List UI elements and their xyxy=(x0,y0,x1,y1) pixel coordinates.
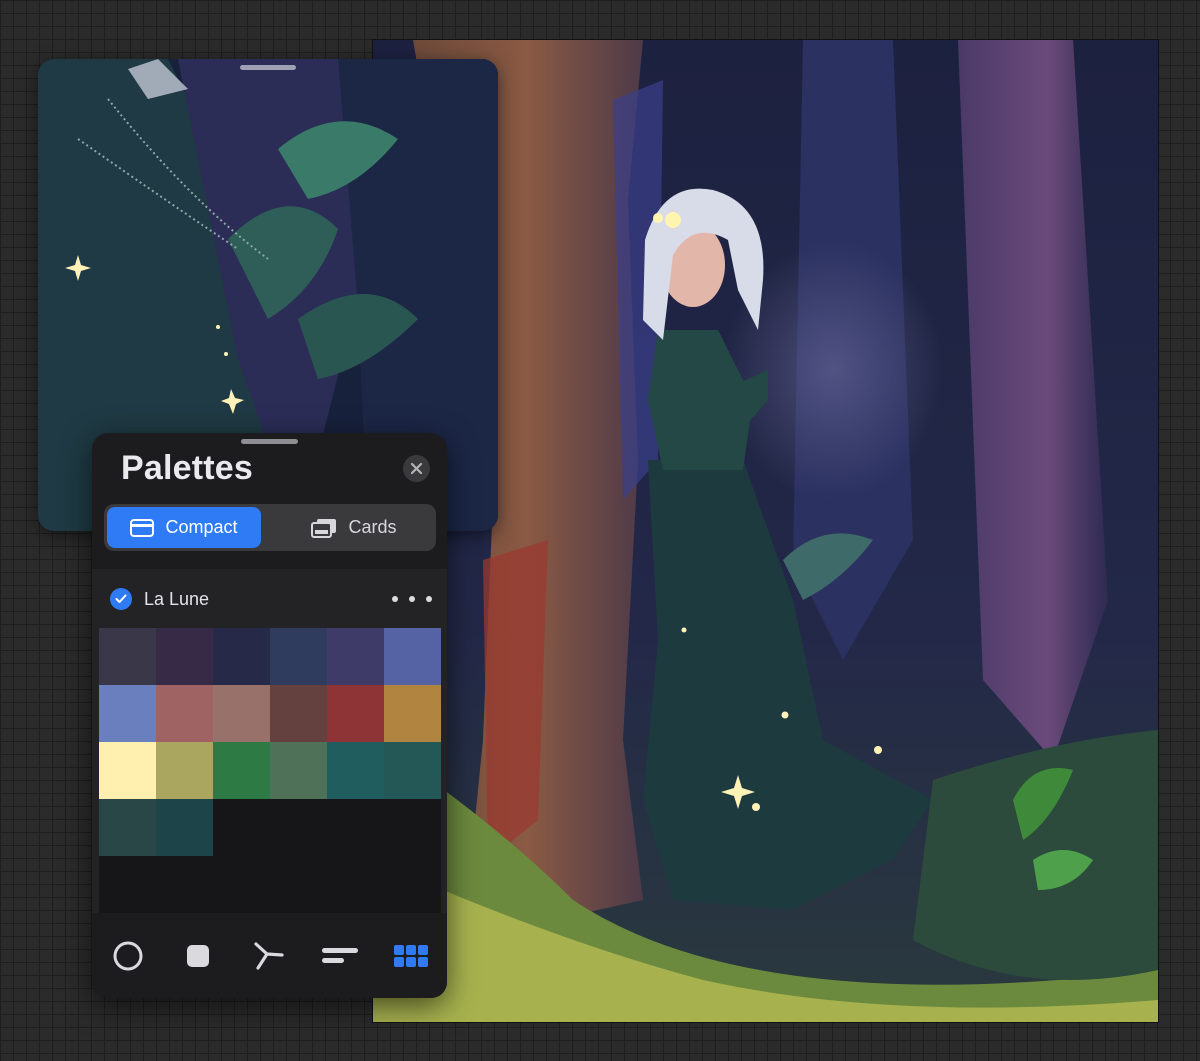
color-swatch[interactable] xyxy=(327,685,384,742)
view-mode-segmented-control: Compact Cards xyxy=(104,504,436,551)
tab-cards-label: Cards xyxy=(348,517,397,537)
empty-swatch[interactable] xyxy=(327,856,384,913)
palette-header[interactable]: La Lune xyxy=(92,569,447,627)
color-swatch[interactable] xyxy=(270,742,327,799)
color-swatch[interactable] xyxy=(99,685,156,742)
cards-view-icon xyxy=(311,518,337,538)
disc-icon xyxy=(113,941,143,971)
color-swatch[interactable] xyxy=(384,685,441,742)
compact-view-icon xyxy=(130,518,155,537)
empty-swatch[interactable] xyxy=(327,799,384,856)
color-mode-toolbar xyxy=(92,913,447,998)
disc-tool-button[interactable] xyxy=(108,936,148,976)
color-swatch[interactable] xyxy=(270,685,327,742)
tab-compact[interactable]: Compact xyxy=(107,507,261,548)
color-swatch[interactable] xyxy=(270,628,327,685)
empty-swatch[interactable] xyxy=(270,856,327,913)
empty-swatch[interactable] xyxy=(384,856,441,913)
classic-square-icon xyxy=(187,945,209,967)
color-swatch[interactable] xyxy=(99,799,156,856)
panel-title: Palettes xyxy=(121,449,254,487)
value-tool-button[interactable] xyxy=(320,936,360,976)
empty-swatch[interactable] xyxy=(270,799,327,856)
swatch-grid xyxy=(99,628,441,913)
empty-swatch[interactable] xyxy=(384,799,441,856)
color-swatch[interactable] xyxy=(156,628,213,685)
palettes-tool-button[interactable] xyxy=(391,936,431,976)
reference-grabber[interactable] xyxy=(240,65,296,70)
color-swatch[interactable] xyxy=(213,685,270,742)
color-swatch[interactable] xyxy=(327,742,384,799)
palette-card: La Lune xyxy=(92,569,447,913)
empty-swatch[interactable] xyxy=(156,856,213,913)
more-dot-icon xyxy=(426,596,432,602)
classic-tool-button[interactable] xyxy=(178,936,218,976)
empty-swatch[interactable] xyxy=(213,799,270,856)
color-swatch[interactable] xyxy=(384,628,441,685)
color-swatch[interactable] xyxy=(156,799,213,856)
color-swatch[interactable] xyxy=(156,685,213,742)
color-swatch[interactable] xyxy=(213,628,270,685)
empty-swatch[interactable] xyxy=(99,856,156,913)
checkmark-icon xyxy=(115,594,127,603)
color-swatch[interactable] xyxy=(213,742,270,799)
empty-swatch[interactable] xyxy=(213,856,270,913)
tab-compact-label: Compact xyxy=(165,517,238,537)
color-swatch[interactable] xyxy=(99,742,156,799)
close-button[interactable] xyxy=(403,455,430,482)
color-swatch[interactable] xyxy=(384,742,441,799)
more-options-button[interactable] xyxy=(392,587,432,611)
more-dot-icon xyxy=(409,596,415,602)
harmony-tool-button[interactable] xyxy=(249,936,289,976)
harmony-icon xyxy=(254,942,284,970)
close-icon xyxy=(410,462,423,475)
color-swatch[interactable] xyxy=(156,742,213,799)
tab-cards[interactable]: Cards xyxy=(277,507,431,548)
color-swatch[interactable] xyxy=(327,628,384,685)
more-dot-icon xyxy=(392,596,398,602)
palette-name: La Lune xyxy=(144,589,210,609)
palette-selected-checkbox[interactable] xyxy=(110,588,132,610)
palettes-grid-icon xyxy=(394,945,428,967)
value-sliders-icon xyxy=(322,948,358,963)
palettes-panel: Palettes Compact Cards La Lune xyxy=(92,433,447,998)
panel-grabber[interactable] xyxy=(241,439,298,444)
color-swatch[interactable] xyxy=(99,628,156,685)
